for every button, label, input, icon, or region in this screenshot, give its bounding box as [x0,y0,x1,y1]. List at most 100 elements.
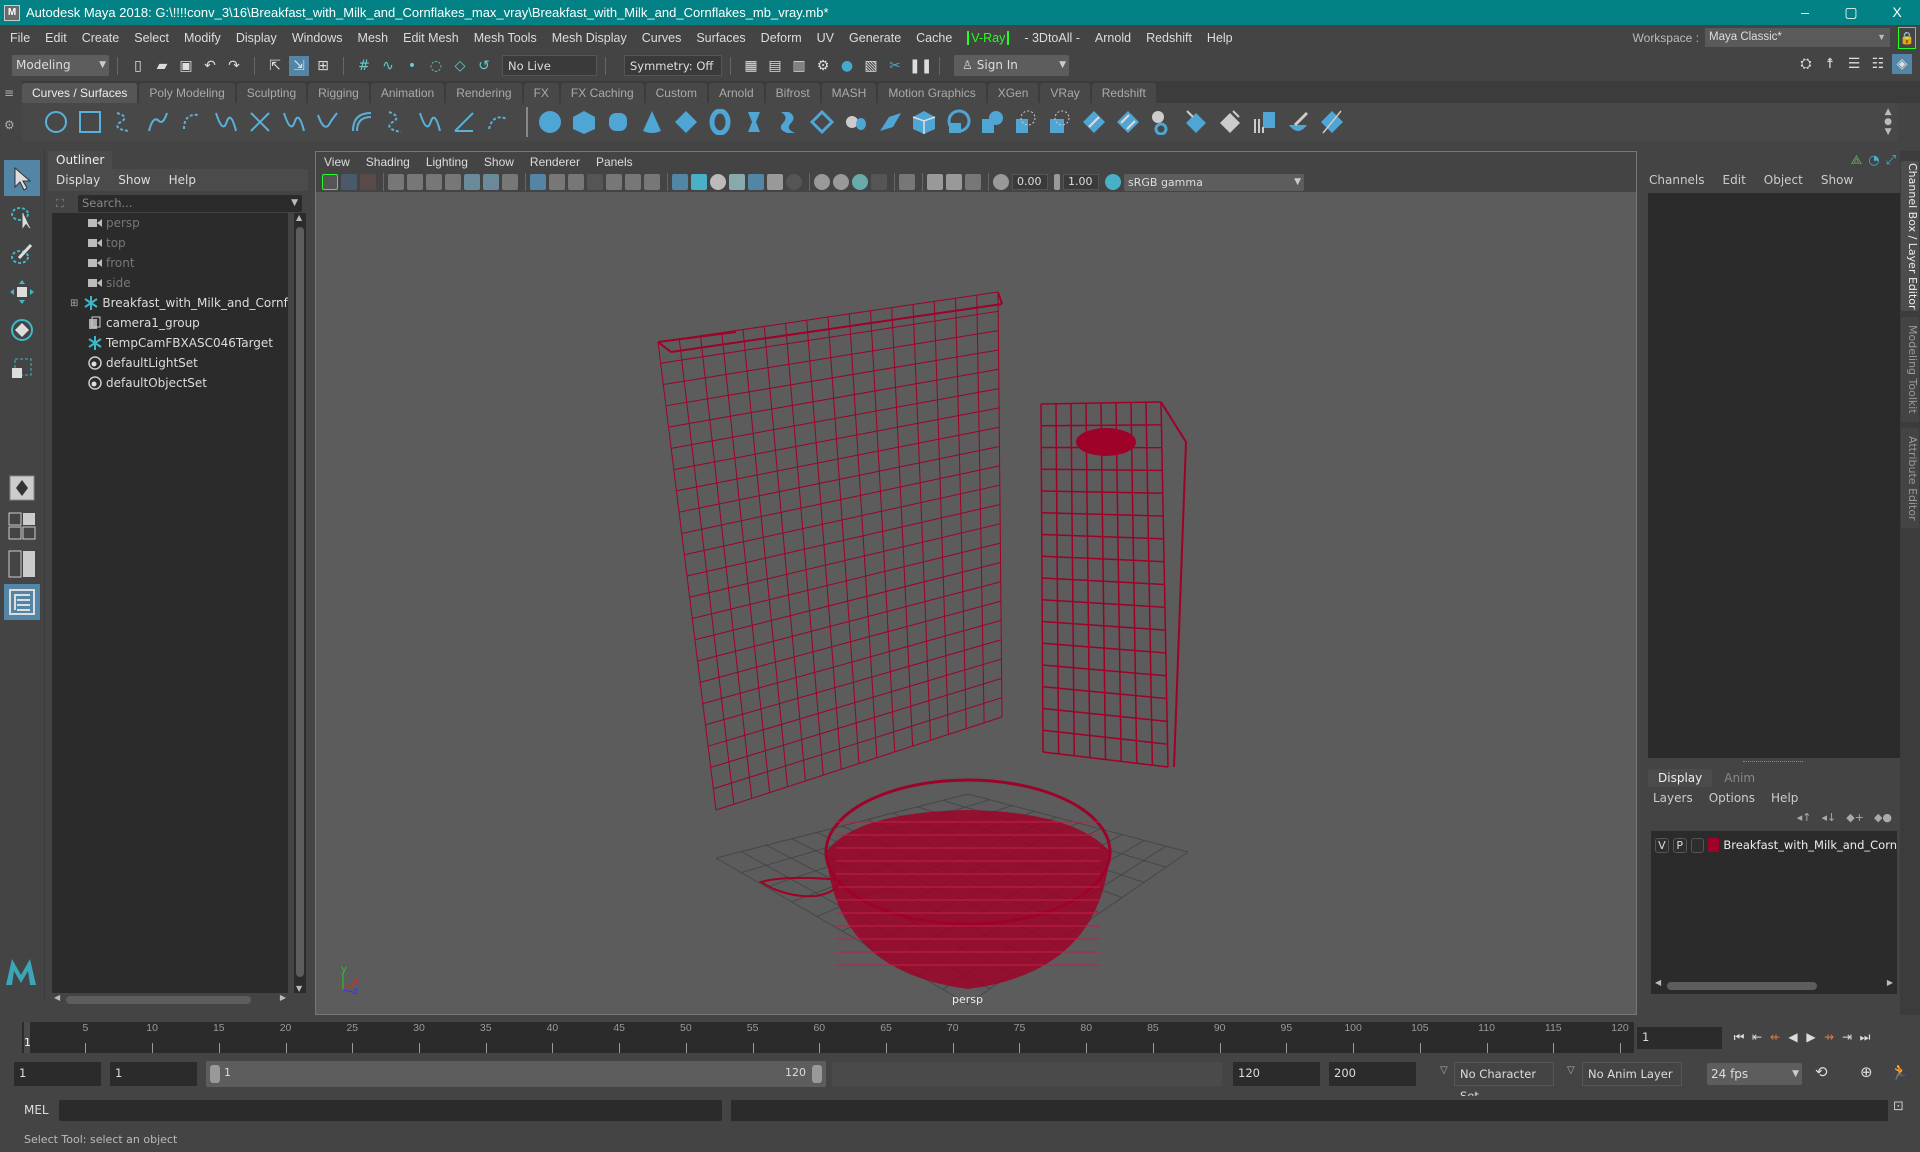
extend-surface-icon[interactable] [1148,108,1176,136]
hypershade-icon[interactable]: ● [837,56,857,76]
bookmarks-icon[interactable] [426,174,442,190]
shelf-tab-rigging[interactable]: Rigging [308,83,369,103]
viewport-menu-view[interactable]: View [324,155,350,169]
move-layer-down-icon[interactable]: ◂↓ [1822,811,1837,824]
menu-edit[interactable]: Edit [45,31,67,45]
channels-edit-menu[interactable]: Edit [1723,173,1746,187]
wireframe-on-shaded-icon[interactable] [729,174,745,190]
playback-end-field[interactable]: 120 [1233,1062,1320,1086]
use-all-lights-icon[interactable] [767,174,783,190]
character-controls-icon[interactable]: ☨ [1820,54,1840,74]
menu-mesh[interactable]: Mesh [358,31,389,45]
lock-icon[interactable]: 🔒 [1898,27,1916,49]
outliner-tab[interactable]: Outliner [48,151,112,169]
paint-select-tool-icon[interactable] [4,236,40,272]
layers-help-menu[interactable]: Help [1771,791,1798,805]
step-forward-frame-icon[interactable]: ⇸ [1820,1027,1838,1047]
square-surface-icon[interactable] [944,108,972,136]
arc-tool-icon[interactable] [178,108,206,136]
pencil-curve-icon[interactable] [144,108,172,136]
outliner-layout-icon[interactable] [4,584,40,620]
rebuild-surface-icon[interactable] [1250,108,1278,136]
menu-arnold[interactable]: Arnold [1095,31,1131,45]
pause-render-icon[interactable]: ❚❚ [909,56,932,76]
shelf-tab-motion-graphics[interactable]: Motion Graphics [878,83,986,103]
camera-lock-icon[interactable] [502,174,518,190]
animation-preferences-icon[interactable]: 🏃 [1890,1063,1909,1081]
viewport-menu-shading[interactable]: Shading [366,155,410,169]
outliner-menu-display[interactable]: Display [56,173,100,187]
select-camera-icon[interactable] [388,174,404,190]
depth-of-field-icon[interactable] [871,174,887,190]
menu-deform[interactable]: Deform [761,31,802,45]
step-forward-key-icon[interactable]: ⇥ [1838,1027,1856,1047]
loop-playback-icon[interactable]: ⟲ [1815,1063,1828,1081]
outliner-item[interactable]: defaultLightSet [52,353,288,373]
offset-curve-icon[interactable] [348,108,376,136]
workspace-dropdown[interactable]: Maya Classic* [1705,28,1890,47]
step-back-frame-icon[interactable]: ⇷ [1766,1027,1784,1047]
range-start-handle[interactable] [210,1065,220,1083]
time-slider[interactable]: 1 5 10 15 20 25 30 35 40 45 50 55 60 65 70 75 80 85 90 95 1… [22,1022,1634,1053]
layer-display-type-toggle[interactable] [1690,837,1705,853]
command-language-toggle[interactable]: MEL [24,1103,49,1117]
playback-start-field[interactable]: 1 [110,1062,197,1086]
modeling-toolkit-toggle-icon[interactable]: ⛭ [1796,54,1816,74]
shelf-tab-animation[interactable]: Animation [370,83,445,103]
panel-splitter[interactable] [1743,761,1803,762]
menu-surfaces[interactable]: Surfaces [696,31,745,45]
shelf-scroll-icon[interactable]: ▲ ● ▼ [1884,107,1892,137]
smooth-shade-icon[interactable] [691,174,707,190]
offset-surface-icon[interactable] [1216,108,1244,136]
render-history-icon[interactable]: ▦ [741,56,761,76]
gamma-icon[interactable] [1054,174,1060,190]
shelf-tab-redshift[interactable]: Redshift [1091,83,1156,103]
open-scene-icon[interactable]: ▰ [152,56,172,76]
menu-mesh-display[interactable]: Mesh Display [552,31,627,45]
project-curve-icon[interactable] [1046,108,1074,136]
menu-redshift[interactable]: Redshift [1146,31,1192,45]
shelf-tab-poly-modeling[interactable]: Poly Modeling [139,83,235,103]
menu-file[interactable]: File [10,31,30,45]
animation-start-field[interactable]: 1 [14,1062,101,1086]
3d-viewport[interactable] [316,192,1636,1014]
live-surface-field[interactable]: No Live Surface [502,55,597,94]
channel-box-manipulator-icon[interactable]: ⟁ [1851,153,1863,168]
symmetry-dropdown[interactable]: Symmetry: Off [624,55,722,76]
move-tool-icon[interactable] [4,274,40,310]
layer-visibility-toggle[interactable]: V [1655,837,1669,853]
default-material-icon[interactable] [710,174,726,190]
outliner-item[interactable]: TempCamFBXASC046Target [52,333,288,353]
select-tool-icon[interactable] [4,160,40,196]
wireframe-icon[interactable] [672,174,688,190]
outliner-item[interactable]: defaultObjectSet [52,373,288,393]
shelf-settings-icon[interactable]: ⚙ [4,118,20,132]
rebuild-curve-icon[interactable] [416,108,444,136]
xray-icon[interactable] [748,174,764,190]
ipr-render-icon[interactable]: ▥ [789,56,809,76]
two-view-layout-icon[interactable] [4,546,40,582]
intersect-surfaces-icon[interactable] [1012,108,1040,136]
menu-cache[interactable]: Cache [916,31,952,45]
fillet-curve-icon[interactable] [450,108,478,136]
shelf-tab-sculpting[interactable]: Sculpting [236,83,307,103]
cv-curve-icon[interactable] [110,108,138,136]
planar-icon[interactable] [808,108,836,136]
nurbs-cube-icon[interactable] [570,108,598,136]
camera-attributes-icon[interactable] [407,174,423,190]
grease-pencil-icon[interactable] [483,174,499,190]
play-backwards-icon[interactable]: ◀ [1784,1027,1802,1047]
safe-action-icon[interactable] [625,174,641,190]
channels-menu[interactable]: Channels [1649,173,1705,187]
shelf-menu-icon[interactable]: ≡ [4,86,20,100]
snap-point-icon[interactable]: • [402,56,422,76]
isolate-select-icon[interactable] [899,174,915,190]
color-management-toggle-icon[interactable] [1105,174,1121,190]
screen-space-ao-icon[interactable] [814,174,830,190]
surface-editing-icon[interactable] [1318,108,1346,136]
shelf-tab-rendering[interactable]: Rendering [446,83,522,103]
menu-set-dropdown[interactable]: Modeling ▼ [12,55,109,76]
anti-aliasing-icon[interactable] [852,174,868,190]
vray-ipr-icon[interactable] [341,174,357,190]
shelf-tab-curves-surfaces[interactable]: Curves / Surfaces [22,83,138,103]
